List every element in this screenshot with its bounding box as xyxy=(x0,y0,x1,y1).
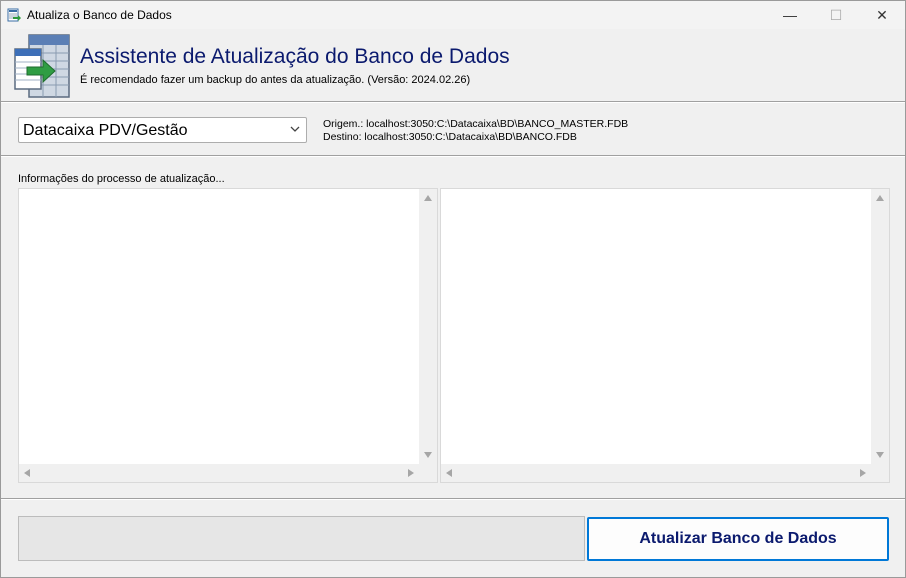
horizontal-scrollbar[interactable] xyxy=(441,464,871,482)
destination-path: Destino: localhost:3050:C:\Datacaixa\BD\… xyxy=(323,131,577,143)
chevron-down-icon xyxy=(290,126,300,132)
footer-divider xyxy=(1,498,905,500)
system-select[interactable]: Datacaixa PDV/Gestão xyxy=(18,117,307,143)
maximize-button[interactable]: ☐ xyxy=(813,1,859,29)
scroll-corner xyxy=(419,464,437,482)
system-select-value: Datacaixa PDV/Gestão xyxy=(23,122,188,139)
scroll-down-icon[interactable] xyxy=(424,452,432,458)
scroll-left-icon[interactable] xyxy=(24,469,30,477)
app-icon xyxy=(7,8,21,22)
scroll-right-icon[interactable] xyxy=(408,469,414,477)
progress-bar xyxy=(18,516,585,561)
database-update-icon xyxy=(14,34,70,98)
window-title: Atualiza o Banco de Dados xyxy=(27,8,172,22)
database-paths: Origem.: localhost:3050:C:\Datacaixa\BD\… xyxy=(323,118,628,144)
page-subtitle: É recomendado fazer um backup do antes d… xyxy=(80,74,471,86)
vertical-scrollbar[interactable] xyxy=(419,189,437,464)
scroll-up-icon[interactable] xyxy=(876,195,884,201)
update-database-button[interactable]: Atualizar Banco de Dados xyxy=(587,517,889,561)
scroll-down-icon[interactable] xyxy=(876,452,884,458)
scroll-right-icon[interactable] xyxy=(860,469,866,477)
scroll-corner xyxy=(871,464,889,482)
header: Assistente de Atualização do Banco de Da… xyxy=(1,29,905,101)
process-label: Informações do processo de atualização..… xyxy=(18,173,225,185)
page-title: Assistente de Atualização do Banco de Da… xyxy=(80,45,510,68)
close-button[interactable]: ✕ xyxy=(859,1,905,29)
vertical-scrollbar[interactable] xyxy=(871,189,889,464)
process-log-right[interactable] xyxy=(440,188,890,483)
horizontal-scrollbar[interactable] xyxy=(19,464,419,482)
scroll-up-icon[interactable] xyxy=(424,195,432,201)
app-window: Atualiza o Banco de Dados — ☐ ✕ Assisten… xyxy=(0,0,906,578)
origin-path: Origem.: localhost:3050:C:\Datacaixa\BD\… xyxy=(323,118,629,130)
minimize-button[interactable]: — xyxy=(767,1,813,29)
update-database-button-label: Atualizar Banco de Dados xyxy=(639,530,837,547)
header-divider xyxy=(1,101,905,103)
scroll-left-icon[interactable] xyxy=(446,469,452,477)
config-divider xyxy=(1,155,905,157)
title-bar[interactable]: Atualiza o Banco de Dados — ☐ ✕ xyxy=(1,1,905,29)
process-log-left[interactable] xyxy=(18,188,438,483)
